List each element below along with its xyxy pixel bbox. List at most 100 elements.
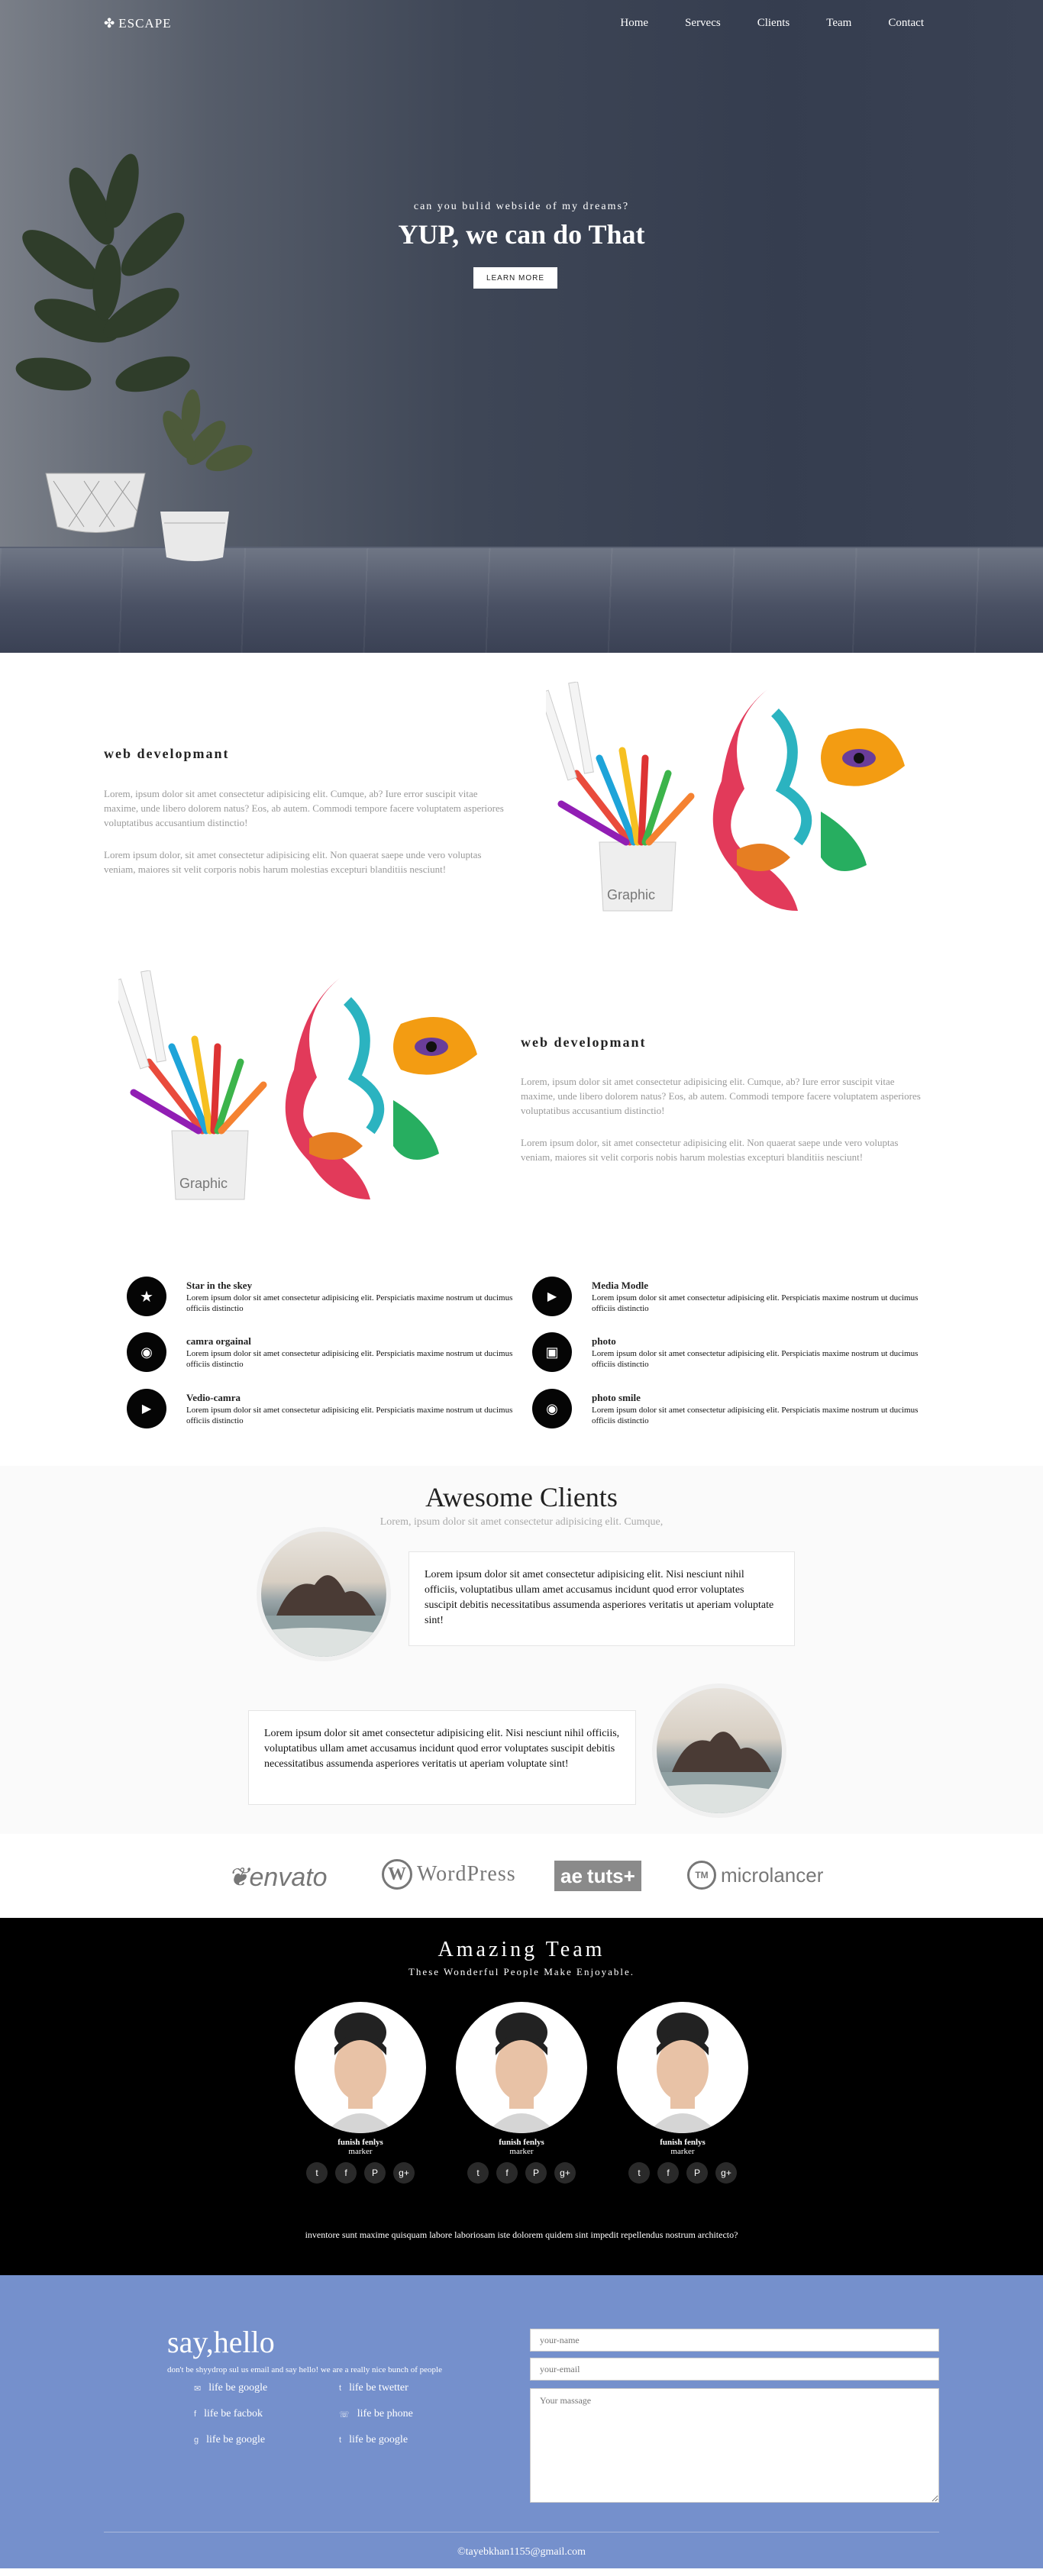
twitter-icon[interactable]: t	[467, 2162, 489, 2184]
camera-icon: ◉	[546, 1400, 558, 1416]
service-text: Lorem ipsum dolor sit amet consectetur a…	[186, 1406, 513, 1425]
service-title: Media Modle	[592, 1280, 649, 1291]
message-textarea[interactable]	[530, 2388, 939, 2503]
service-title: camra orgainal	[186, 1335, 251, 1347]
top-nav: ✤ ESCAPE Home Servecs Clients Team Conta…	[0, 0, 1043, 49]
twitter-icon[interactable]: t	[306, 2162, 328, 2184]
member-role: marker	[348, 2147, 373, 2156]
client-avatar	[257, 1527, 391, 1661]
google-plus-icon[interactable]: g+	[393, 2162, 415, 2184]
service-icon-circle: ◉	[127, 1332, 166, 1372]
twitter-icon: t	[339, 2436, 342, 2445]
nav-clients[interactable]: Clients	[757, 17, 790, 30]
contact-intro: don't be shyydrop sul us email and say h…	[167, 2365, 442, 2374]
brand-logo[interactable]: ✤ ESCAPE	[104, 16, 172, 31]
testimonial-card: Lorem ipsum dolor sit amet consectetur a…	[408, 1551, 795, 1646]
leaf-icon: ❦	[228, 1863, 250, 1892]
service-title: Star in the skey	[186, 1280, 253, 1291]
service-icon-circle: ▣	[532, 1332, 572, 1372]
team-section: Amazing Team These Wonderful People Make…	[0, 1918, 1043, 2275]
name-input[interactable]	[530, 2329, 939, 2352]
clover-icon: ✤	[104, 16, 116, 31]
tuts-logo: ae tuts+	[554, 1861, 641, 1891]
nav-team[interactable]: Team	[826, 17, 851, 30]
graphic-art-image: Graphic	[118, 970, 477, 1200]
wordpress-icon: W	[382, 1859, 412, 1890]
video-icon: ▶	[547, 1290, 557, 1303]
team-title: Amazing Team	[438, 1938, 605, 1961]
envelope-icon: ✉	[194, 2384, 202, 2394]
phone-icon: ☏	[339, 2410, 350, 2419]
graphic-label: Graphic	[607, 887, 655, 902]
brand-name: ESCAPE	[118, 16, 172, 31]
contact-link[interactable]: ✉ life be google	[194, 2382, 267, 2394]
service-text: Lorem ipsum dolor sit amet consectetur a…	[186, 1293, 513, 1313]
graphic-art-image: Graphic	[546, 682, 905, 912]
testimonial-card: Lorem ipsum dolor sit amet consectetur a…	[248, 1710, 636, 1805]
feature-section-2: Graphic web developmant Lorem, ipsum dol…	[0, 943, 1043, 1233]
footer-email: ©tayebkhan1155@gmail.com	[457, 2546, 586, 2558]
client-avatar	[652, 1683, 786, 1818]
microlancer-text: microlancer	[721, 1863, 824, 1887]
graphic-label: Graphic	[179, 1176, 228, 1191]
pinterest-icon[interactable]: P	[686, 2162, 708, 2184]
member-socials: t f P g+	[615, 2162, 750, 2184]
clients-title: Awesome Clients	[425, 1482, 618, 1512]
pinterest-icon[interactable]: P	[525, 2162, 547, 2184]
star-icon: ★	[140, 1288, 153, 1306]
team-member-card: funish fenlys marker t f P g+	[454, 2002, 589, 2184]
feature-paragraph: Lorem, ipsum dolor sit amet consectetur …	[104, 788, 504, 828]
camera-icon: ◉	[140, 1344, 153, 1360]
contact-link-label: life be google	[206, 2434, 266, 2445]
contact-link[interactable]: ☏ life be phone	[339, 2408, 413, 2420]
team-member-card: funish fenlys marker t f P g+	[615, 2002, 750, 2184]
member-name: funish fenlys	[660, 2138, 706, 2147]
service-icon-circle: ◉	[532, 1389, 572, 1428]
contact-title: say,hello	[167, 2325, 275, 2359]
member-role: marker	[509, 2147, 534, 2156]
facebook-icon[interactable]: f	[335, 2162, 357, 2184]
service-title: Vedio-camra	[186, 1392, 241, 1403]
feature-title: web developmant	[104, 746, 230, 761]
service-icon-circle: ★	[127, 1277, 166, 1316]
contact-link[interactable]: f life be facbok	[194, 2408, 263, 2420]
service-icon-circle: ▶	[532, 1277, 572, 1316]
nav-contact[interactable]: Contact	[888, 17, 924, 30]
contact-link[interactable]: t life be twetter	[339, 2382, 408, 2394]
contact-link[interactable]: g life be google	[194, 2434, 265, 2446]
twitter-icon[interactable]: t	[628, 2162, 650, 2184]
google-plus-icon[interactable]: g+	[554, 2162, 576, 2184]
image-icon: ▣	[545, 1344, 559, 1360]
nav-menu: Home Servecs Clients Team Contact	[583, 17, 924, 30]
member-photo	[456, 2002, 587, 2133]
pinterest-icon[interactable]: P	[364, 2162, 386, 2184]
service-icon-circle: ▶	[127, 1389, 166, 1428]
member-role: marker	[670, 2147, 695, 2156]
member-socials: t f P g+	[454, 2162, 589, 2184]
contact-link[interactable]: t life be google	[339, 2434, 408, 2446]
service-title: photo	[592, 1335, 616, 1347]
member-photo	[617, 2002, 748, 2133]
contact-link-label: life be twetter	[349, 2382, 408, 2394]
twitter-icon: t	[339, 2384, 342, 2393]
google-plus-icon[interactable]: g+	[715, 2162, 737, 2184]
team-member-card: funish fenlys marker t f P g+	[293, 2002, 428, 2184]
member-name: funish fenlys	[499, 2138, 544, 2147]
nav-home[interactable]: Home	[620, 17, 648, 30]
facebook-icon[interactable]: f	[496, 2162, 518, 2184]
services-section: ★ Star in the skey Lorem ipsum dolor sit…	[0, 1233, 1043, 1466]
facebook-icon[interactable]: f	[657, 2162, 679, 2184]
nav-services[interactable]: Servecs	[685, 17, 721, 30]
microlancer-icon: TM	[687, 1861, 716, 1890]
service-text: Lorem ipsum dolor sit amet consectetur a…	[186, 1349, 513, 1369]
video-camera-icon: ▶	[141, 1403, 152, 1416]
contact-link-label: life be phone	[357, 2408, 413, 2419]
email-input[interactable]	[530, 2358, 939, 2381]
learn-more-button[interactable]: LEARN MORE	[473, 267, 557, 289]
service-text: Lorem ipsum dolor sit amet consectetur a…	[592, 1293, 919, 1313]
feature-section-1: web developmant Lorem, ipsum dolor sit a…	[0, 653, 1043, 943]
member-socials: t f P g+	[293, 2162, 428, 2184]
google-icon: g	[194, 2436, 199, 2445]
team-footer-text: inventore sunt maxime quisquam labore la…	[305, 2229, 738, 2240]
member-photo	[295, 2002, 426, 2133]
